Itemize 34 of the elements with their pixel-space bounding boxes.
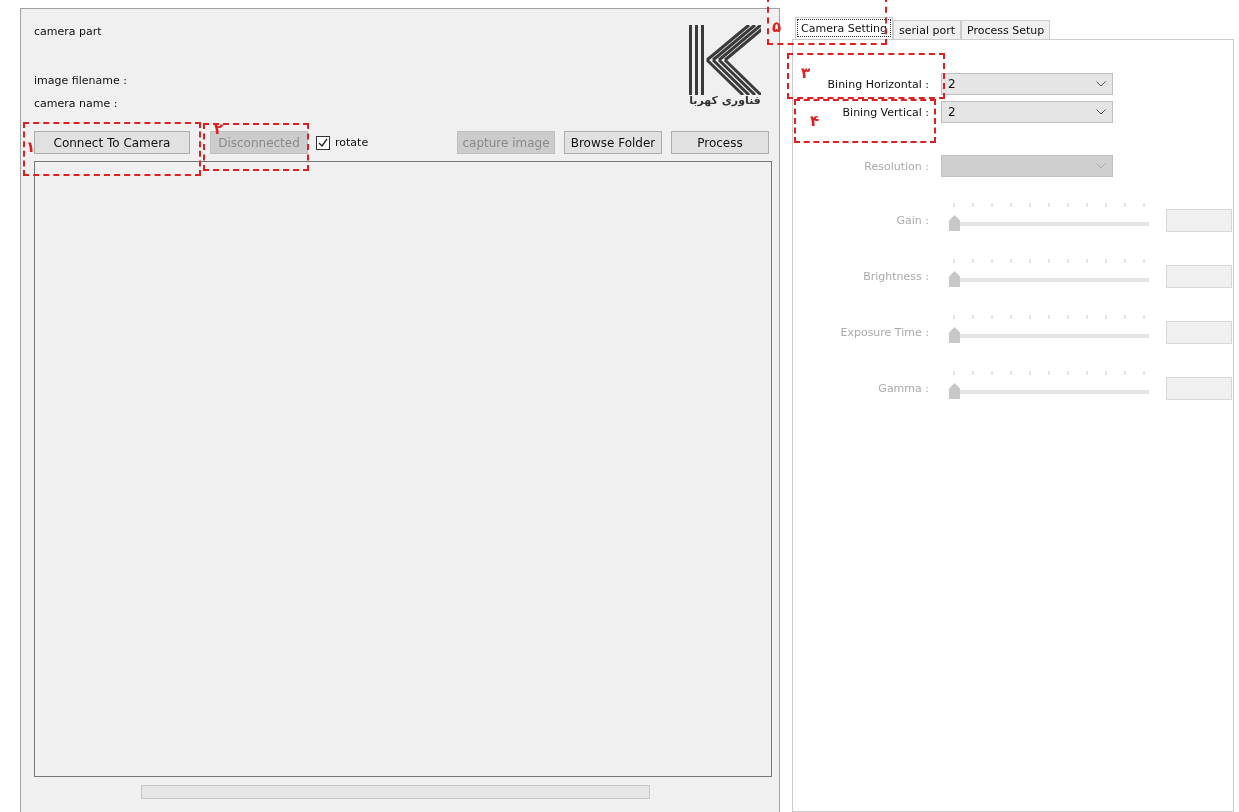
camera-name-label: camera name : xyxy=(34,97,119,110)
slider-label: Gain : xyxy=(895,213,930,227)
annotation-number: ۴ xyxy=(810,114,820,129)
setting-label: Bining Horizontal : xyxy=(826,77,930,91)
value-field[interactable] xyxy=(1166,208,1232,232)
annotation-number: ۳ xyxy=(801,66,811,81)
tab[interactable]: Process Setup xyxy=(961,20,1051,39)
annotation-number: ۵ xyxy=(772,20,782,35)
tab[interactable]: Camera Setting xyxy=(795,17,894,39)
slider-label: Brightness : xyxy=(862,269,930,283)
setting-label: Resolution : xyxy=(863,159,930,173)
connect-button[interactable]: Connect To Camera xyxy=(34,131,190,154)
process-button[interactable]: Process xyxy=(671,131,769,154)
dropdown[interactable]: 2 xyxy=(941,101,1113,123)
slider-label: Gamma : xyxy=(877,381,930,395)
horizontal-scrollbar[interactable] xyxy=(141,785,650,799)
rotate-checkbox[interactable]: rotate xyxy=(316,135,369,150)
value-field[interactable] xyxy=(1166,320,1232,344)
browse-folder-button[interactable]: Browse Folder xyxy=(564,131,662,154)
tab[interactable]: serial port xyxy=(893,20,961,39)
annotation-number: ۱ xyxy=(26,140,36,155)
slider-label: Exposure Time : xyxy=(839,325,930,339)
chevron-down-icon xyxy=(1096,163,1106,169)
checkbox-icon[interactable] xyxy=(316,135,330,150)
logo-icon xyxy=(689,25,761,95)
value-field[interactable] xyxy=(1166,376,1232,400)
logo-text: فناوری کهربا xyxy=(689,95,761,106)
chevron-down-icon xyxy=(1096,109,1106,115)
value-field[interactable] xyxy=(1166,264,1232,288)
chevron-down-icon xyxy=(1096,81,1106,87)
dropdown[interactable]: 2 xyxy=(941,73,1113,95)
image-filename-label: image filename : xyxy=(34,74,127,87)
panel-title: camera part xyxy=(34,25,103,38)
setting-label: Bining Vertical : xyxy=(841,105,930,119)
